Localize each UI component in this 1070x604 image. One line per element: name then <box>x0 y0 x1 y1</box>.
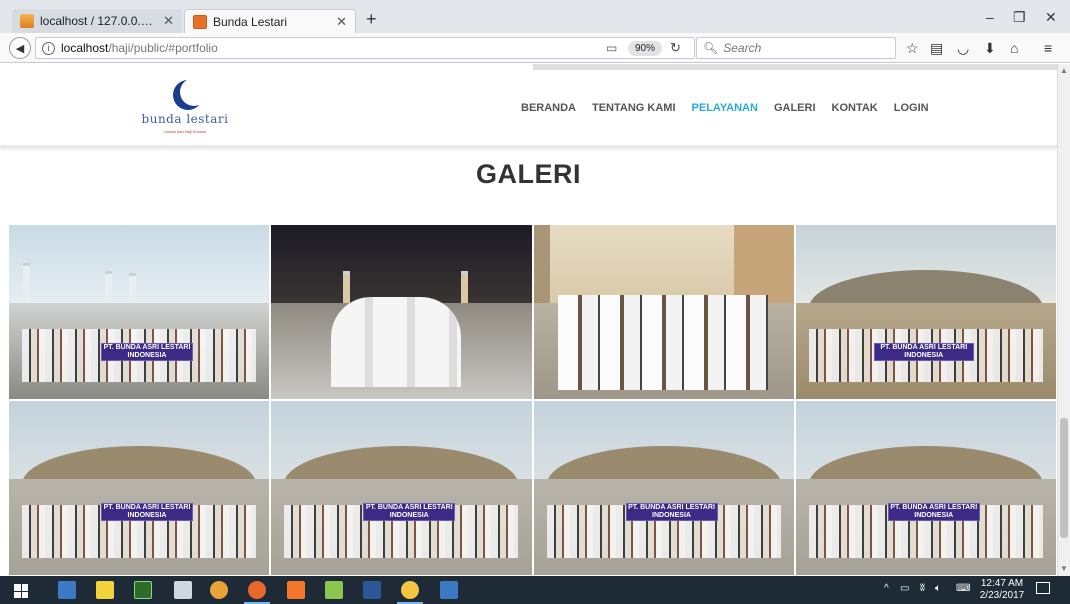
photo-banner: PT. BUNDA ASRI LESTARI INDONESIA <box>101 503 193 521</box>
nav-item-beranda[interactable]: BERANDA <box>521 102 576 114</box>
gallery-photo-arafat[interactable]: PT. BUNDA ASRI LESTARI INDONESIA <box>533 401 794 575</box>
battery-icon[interactable]: ▭ <box>900 583 909 594</box>
search-placeholder: Search <box>723 41 762 55</box>
minaret-icon <box>129 273 136 304</box>
weather-icon[interactable] <box>397 581 423 604</box>
gallery-photo-mosque-night[interactable] <box>271 225 532 399</box>
downloads-icon[interactable]: ⬇ <box>984 40 996 57</box>
logo-tagline: Umrah dan Haji Khusus <box>163 129 207 134</box>
volume-icon[interactable]: 🔈︎ <box>935 583 941 594</box>
notepad-plus-icon[interactable] <box>325 581 343 599</box>
screen: localhost / 127.0.0.1 / haji ... ✕ Bunda… <box>0 0 1070 604</box>
pilgrims-group <box>331 297 462 387</box>
close-tab-icon[interactable]: ✕ <box>163 13 174 29</box>
nav-item-pelayanan[interactable]: PELAYANAN <box>692 102 758 114</box>
keyboard-icon[interactable]: ⌨ <box>956 583 970 594</box>
site-favicon-icon <box>193 14 207 29</box>
file-explorer-icon[interactable] <box>58 581 76 599</box>
info-icon[interactable]: i <box>42 41 55 55</box>
phpmyadmin-favicon-icon <box>20 14 34 28</box>
photo-banner: PT. BUNDA ASRI LESTARI INDONESIA <box>363 503 456 521</box>
scrollbar-thumb[interactable] <box>1060 418 1068 538</box>
minaret-icon <box>105 271 112 304</box>
scroll-down-icon[interactable]: ▼ <box>1060 564 1068 573</box>
screenshot-icon[interactable] <box>440 581 458 599</box>
browser-nav-bar: ◀ i localhost/haji/public/#portfolio ▭ 9… <box>0 33 1070 63</box>
pilgrims-group <box>557 295 768 390</box>
bookmarks-library-icon[interactable]: ▤ <box>930 40 943 57</box>
nav-item-login[interactable]: LOGIN <box>894 102 929 114</box>
gallery-photo-arafat[interactable]: PT. BUNDA ASRI LESTARI INDONESIA <box>795 401 1056 575</box>
header-top-strip <box>533 64 1057 70</box>
gallery-photo-desert[interactable]: PT. BUNDA ASRI LESTARI INDONESIA <box>795 225 1056 399</box>
gallery-photo-mosque-daytime[interactable]: PT. BUNDA ASRI LESTARI INDONESIA <box>9 225 270 399</box>
search-input[interactable]: 🔍︎ Search <box>696 37 896 59</box>
gallery-grid: PT. BUNDA ASRI LESTARI INDONESIA PT. BUN… <box>9 225 1056 576</box>
action-center-icon[interactable] <box>1036 582 1050 594</box>
page-viewport: bunda lestari Umrah dan Haji Khusus BERA… <box>0 64 1057 576</box>
site-logo[interactable]: bunda lestari Umrah dan Haji Khusus <box>140 78 230 140</box>
taskbar-clock[interactable]: 12:47 AM 2/23/2017 <box>978 578 1026 602</box>
menu-hamburger-icon[interactable]: ≡ <box>1044 40 1052 56</box>
close-tab-icon[interactable]: ✕ <box>336 14 347 30</box>
gallery-photo-arafat[interactable]: PT. BUNDA ASRI LESTARI INDONESIA <box>9 401 270 575</box>
bookmark-star-icon[interactable]: ☆ <box>906 40 919 57</box>
xampp-icon[interactable] <box>287 581 305 599</box>
search-icon: 🔍︎ <box>703 41 719 55</box>
main-nav: BERANDA TENTANG KAMI PELAYANAN GALERI KO… <box>521 102 945 114</box>
windows-taskbar: ^ ▭ ʬ 🔈︎ ⌨ 12:47 AM 2/23/2017 <box>0 576 1070 604</box>
gallery-photo-courtyard[interactable] <box>533 225 794 399</box>
home-icon[interactable]: ⌂ <box>1010 40 1018 56</box>
zoom-level-badge[interactable]: 90% <box>628 41 663 56</box>
start-button[interactable] <box>14 584 28 598</box>
photo-banner: PT. BUNDA ASRI LESTARI INDONESIA <box>887 503 980 521</box>
nav-item-kontak[interactable]: KONTAK <box>832 102 878 114</box>
photo-sky <box>9 225 270 304</box>
close-window-button[interactable]: ✕ <box>1045 9 1057 26</box>
url-host: localhost <box>61 41 109 55</box>
sticky-notes-icon[interactable] <box>96 581 114 599</box>
word-icon[interactable] <box>363 581 381 599</box>
gallery-photo-arafat[interactable]: PT. BUNDA ASRI LESTARI INDONESIA <box>271 401 532 575</box>
tab-title: localhost / 127.0.0.1 / haji ... <box>40 14 157 28</box>
minaret-icon <box>23 263 30 304</box>
tab-phpmyadmin[interactable]: localhost / 127.0.0.1 / haji ... ✕ <box>12 9 182 33</box>
reader-view-icon[interactable]: ▭ <box>606 41 617 55</box>
site-header: bunda lestari Umrah dan Haji Khusus BERA… <box>0 64 1057 148</box>
minimize-button[interactable]: – <box>986 9 994 25</box>
browser-tab-bar: localhost / 127.0.0.1 / haji ... ✕ Bunda… <box>0 0 1070 33</box>
paint-icon[interactable] <box>174 581 192 599</box>
clock-time: 12:47 AM <box>980 578 1024 589</box>
chrome-icon[interactable] <box>210 581 228 599</box>
photo-banner: PT. BUNDA ASRI LESTARI INDONESIA <box>101 343 193 361</box>
back-button[interactable]: ◀ <box>9 37 31 59</box>
back-arrow-icon: ◀ <box>15 42 25 55</box>
wifi-icon[interactable]: ʬ <box>920 583 925 594</box>
url-path: /haji/public/#portfolio <box>108 41 218 55</box>
page-scrollbar[interactable]: ▲ ▼ <box>1057 64 1070 576</box>
tray-expand-icon[interactable]: ^ <box>884 583 889 594</box>
scroll-up-icon[interactable]: ▲ <box>1060 66 1068 75</box>
nav-item-galeri[interactable]: GALERI <box>774 102 816 114</box>
photo-banner: PT. BUNDA ASRI LESTARI INDONESIA <box>625 503 718 521</box>
pocket-icon[interactable]: ◡ <box>957 40 969 57</box>
firefox-icon[interactable] <box>244 581 270 604</box>
tab-bunda-lestari[interactable]: Bunda Lestari ✕ <box>184 9 356 33</box>
dreamweaver-icon[interactable] <box>134 581 152 599</box>
restore-button[interactable]: ❐ <box>1013 9 1026 26</box>
clock-date: 2/23/2017 <box>979 590 1025 601</box>
new-tab-button[interactable]: + <box>366 9 377 30</box>
nav-item-tentang-kami[interactable]: TENTANG KAMI <box>592 102 676 114</box>
photo-banner: PT. BUNDA ASRI LESTARI INDONESIA <box>873 343 974 361</box>
tab-title: Bunda Lestari <box>213 14 288 29</box>
section-title: GALERI <box>475 159 581 189</box>
url-bar[interactable]: i localhost/haji/public/#portfolio ▭ 90%… <box>35 37 695 59</box>
reload-icon[interactable]: ↻ <box>670 40 681 56</box>
crescent-logo-cutout <box>180 78 208 106</box>
logo-name: bunda lestari <box>141 112 229 126</box>
photo-sky <box>271 225 532 304</box>
